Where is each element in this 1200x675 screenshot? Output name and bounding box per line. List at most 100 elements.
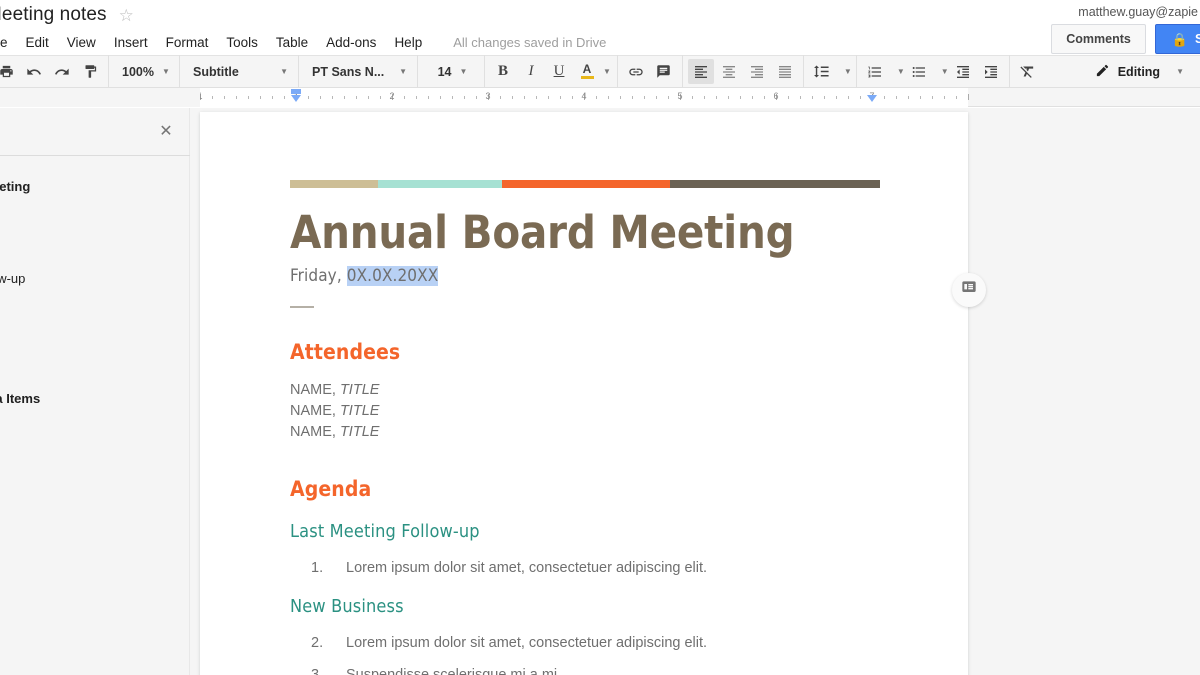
outline-item-next-meeting-agenda-items[interactable]: ting Agenda Items [0, 386, 200, 412]
zoom-value: 100% [122, 64, 154, 79]
attendee-title: TITLE [339, 423, 380, 440]
left-indent-marker[interactable] [291, 95, 301, 102]
ruler-tick [524, 96, 525, 99]
paragraph-style-value: Subtitle [193, 64, 239, 79]
align-left-icon[interactable] [687, 59, 714, 84]
menu-item-table[interactable]: Table [267, 32, 317, 53]
ruler-tick [512, 96, 513, 99]
outline-item-new-business[interactable]: usiness [0, 306, 200, 332]
ruler-tick [932, 96, 933, 99]
ruler-tick [692, 96, 693, 99]
right-indent-marker[interactable] [867, 95, 877, 102]
ruler-tick [416, 96, 417, 99]
align-right-icon[interactable] [744, 59, 770, 84]
document-page[interactable]: Annual Board Meeting Friday, 0X.0X.20XX … [200, 112, 968, 675]
bold-button[interactable]: B [490, 59, 516, 84]
font-family-select[interactable]: PT Sans N... ▼ [303, 59, 413, 84]
link-icon[interactable] [623, 59, 649, 84]
paint-format-icon[interactable] [77, 59, 103, 84]
undo-icon[interactable] [21, 59, 47, 84]
chevron-down-icon[interactable]: ▼ [897, 67, 905, 76]
list-item-text: Lorem ipsum dolor sit amet, consectetuer… [346, 634, 708, 651]
ruler-number: 5 [677, 91, 683, 101]
ruler-tick [572, 96, 573, 99]
attendee-line: NAME, TITLE [290, 422, 890, 443]
menu-item-edit[interactable]: Edit [17, 32, 58, 53]
toolbar-group-font: PT Sans N... ▼ [299, 55, 418, 88]
document-outline-panel: ✕ Board Meeting s eeting Follow-up usine… [0, 108, 190, 675]
decrease-indent-icon[interactable] [950, 59, 976, 84]
add-comment-icon[interactable] [651, 59, 677, 84]
paragraph-style-select[interactable]: Subtitle ▼ [184, 59, 294, 84]
align-center-icon[interactable] [716, 59, 742, 84]
align-justify-icon[interactable] [772, 59, 798, 84]
text-color-button[interactable]: A [574, 59, 600, 84]
italic-button[interactable]: I [518, 59, 544, 84]
font-size-value: 14 [437, 64, 452, 79]
ruler[interactable]: 11234567 [0, 88, 1200, 107]
bulleted-list-icon[interactable] [906, 59, 932, 84]
text-color-label: A [582, 62, 592, 76]
ruler-tick [356, 96, 357, 99]
chevron-down-icon: ▼ [399, 67, 407, 76]
underline-button[interactable]: U [546, 59, 572, 84]
list-item: 2. Lorem ipsum dolor sit amet, consectet… [290, 627, 890, 659]
ruler-tick [944, 96, 945, 99]
share-button[interactable]: 🔒 Sh [1154, 24, 1200, 54]
show-document-outline-button[interactable] [952, 273, 986, 307]
print-icon[interactable] [0, 59, 19, 84]
ruler-tick [740, 96, 741, 99]
ruler-tick [764, 96, 765, 99]
ruler-tick [908, 96, 909, 99]
ruler-track[interactable]: 11234567 [197, 88, 969, 107]
menu-item-help[interactable]: Help [385, 32, 431, 53]
chevron-down-icon: ▼ [280, 67, 288, 76]
toolbar-group-align [683, 55, 804, 88]
menu-item-insert[interactable]: Insert [105, 32, 157, 53]
outline-item-action-items[interactable]: ems [0, 346, 200, 372]
color-bar-segment-2 [378, 180, 502, 188]
share-button-label: Sh [1195, 32, 1200, 46]
ruler-tick [884, 96, 885, 99]
document-subtitle-selected-date[interactable]: 0X.0X.20XX [346, 265, 439, 286]
close-icon[interactable]: ✕ [157, 123, 175, 141]
chevron-down-icon[interactable]: ▼ [941, 67, 949, 76]
menu-item-file[interactable]: le [0, 32, 17, 53]
font-size-select[interactable]: 14 ▼ [422, 59, 480, 84]
menu-item-view[interactable]: View [58, 32, 105, 53]
attendee-line: NAME, TITLE [290, 380, 890, 401]
star-outline-icon[interactable]: ☆ [119, 7, 134, 24]
ruler-tick [536, 96, 537, 99]
ruler-tick [848, 96, 849, 99]
redo-icon[interactable] [49, 59, 75, 84]
top-bar: Meeting notes ☆ le Edit View Insert Form… [0, 0, 1200, 55]
page-title[interactable]: Meeting notes [0, 4, 107, 26]
chevron-down-icon: ▼ [1176, 67, 1184, 76]
line-spacing-icon[interactable] [809, 59, 835, 84]
clear-formatting-icon[interactable] [1015, 59, 1041, 84]
outline-item-attendees[interactable]: s [0, 210, 200, 236]
outline-item-last-meeting-follow-up[interactable]: eeting Follow-up [0, 266, 200, 292]
ruler-tick [788, 96, 789, 99]
section-divider-dash [290, 305, 314, 308]
menu-item-tools[interactable]: Tools [217, 32, 267, 53]
color-bar-segment-4 [670, 180, 880, 188]
chevron-down-icon[interactable]: ▼ [844, 67, 852, 76]
attendee-title: TITLE [339, 381, 380, 398]
document-content: Annual Board Meeting Friday, 0X.0X.20XX … [290, 180, 890, 675]
document-heading-title: Annual Board Meeting [290, 206, 795, 259]
document-subtitle: Friday, 0X.0X.20XX [290, 265, 890, 286]
toolbar-group-textformat: B I U A ▼ [485, 55, 618, 88]
increase-indent-icon[interactable] [978, 59, 1004, 84]
ruler-tick [380, 96, 381, 99]
comments-button[interactable]: Comments [1051, 24, 1146, 54]
first-line-indent-marker[interactable] [291, 89, 301, 94]
chevron-down-icon[interactable]: ▼ [603, 67, 611, 76]
outline-item-annual-board-meeting[interactable]: Board Meeting [0, 174, 200, 200]
menu-item-format[interactable]: Format [157, 32, 218, 53]
editing-mode-button[interactable]: Editing ▼ [1087, 59, 1194, 85]
zoom-select[interactable]: 100% ▼ [113, 59, 175, 84]
ruler-tick [428, 96, 429, 99]
menu-item-addons[interactable]: Add-ons [317, 32, 385, 53]
numbered-list-icon[interactable] [862, 59, 888, 84]
